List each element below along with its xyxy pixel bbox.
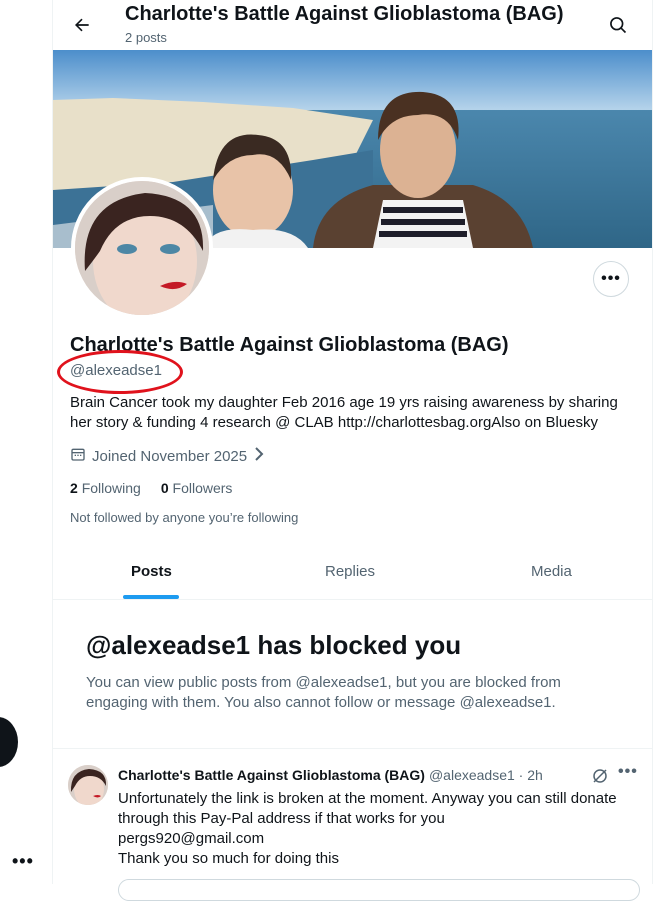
active-tab-indicator <box>123 595 179 599</box>
left-rail: ••• <box>0 0 52 884</box>
joined-date: Joined November 2025 <box>70 446 265 466</box>
red-annotation-circle <box>57 350 183 394</box>
following-count: 2 <box>70 480 78 496</box>
followers-count: 0 <box>160 480 169 496</box>
blocked-message: You can view public posts from @alexeads… <box>86 674 561 711</box>
follow-stats: 2 Following 0 Followers <box>70 480 232 496</box>
post-text: Unfortunately the link is broken at the … <box>118 790 617 867</box>
post-meta[interactable]: @alexeadse1 · 2h <box>429 767 543 783</box>
post-author[interactable]: Charlotte's Battle Against Glioblastoma … <box>118 767 425 783</box>
header-post-count: 2 posts <box>125 30 167 45</box>
tab-replies[interactable]: Replies <box>325 563 375 580</box>
post-item[interactable]: Charlotte's Battle Against Glioblastoma … <box>53 748 652 901</box>
joined-label: Joined November 2025 <box>92 447 248 465</box>
header-title: Charlotte's Battle Against Glioblastoma … <box>125 3 564 25</box>
grok-icon[interactable] <box>591 767 609 790</box>
reply-box[interactable] <box>118 879 640 901</box>
followers-label: Followers <box>172 480 233 496</box>
not-followed-note: Not followed by anyone you’re following <box>70 510 299 525</box>
profile-tabs: Posts Replies Media <box>53 545 652 600</box>
top-bar: Charlotte's Battle Against Glioblastoma … <box>53 0 652 50</box>
post-avatar[interactable] <box>68 765 108 805</box>
following-link[interactable]: 2 Following <box>70 480 141 496</box>
tab-posts[interactable]: Posts <box>131 563 172 580</box>
profile-column: Charlotte's Battle Against Glioblastoma … <box>52 0 653 901</box>
back-arrow-icon[interactable] <box>65 8 99 42</box>
post-header: Charlotte's Battle Against Glioblastoma … <box>118 767 543 783</box>
search-icon[interactable] <box>601 8 635 42</box>
profile-bio: Brain Cancer took my daughter Feb 2016 a… <box>70 394 618 431</box>
blocked-title: @alexeadse1 has blocked you <box>86 630 462 660</box>
followers-link[interactable]: 0 Followers <box>161 480 233 496</box>
more-icon[interactable]: ••• <box>12 852 34 870</box>
compose-button[interactable] <box>0 717 18 767</box>
calendar-icon <box>70 446 86 466</box>
post-more-icon[interactable]: ••• <box>618 763 638 781</box>
following-label: Following <box>81 480 141 496</box>
profile-avatar[interactable] <box>71 177 213 319</box>
chevron-right-icon[interactable] <box>253 447 265 465</box>
tab-media[interactable]: Media <box>531 563 572 580</box>
more-options-button[interactable]: ••• <box>593 261 629 297</box>
